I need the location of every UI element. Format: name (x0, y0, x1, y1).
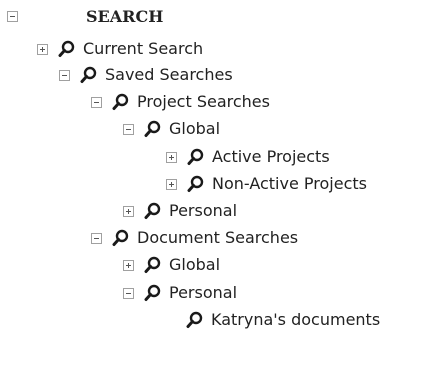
tree-node-label: Global (169, 255, 221, 274)
tree-node-non-active-projects[interactable]: Non-Active Projects (166, 171, 367, 197)
collapse-toggle[interactable] (91, 96, 102, 108)
tree-node-document-searches[interactable]: Document Searches (91, 225, 298, 251)
tree-toggle-root[interactable] (7, 11, 18, 22)
search-tree: SEARCH Current Search Saved Searches Pro… (0, 0, 436, 385)
tree-node-document-personal[interactable]: Personal (123, 280, 237, 306)
search-icon (187, 148, 204, 165)
tree-node-label: Personal (169, 201, 238, 220)
search-icon (144, 120, 161, 137)
search-icon (58, 40, 75, 57)
tree-node-label: Project Searches (137, 92, 270, 111)
tree-node-active-projects[interactable]: Active Projects (166, 144, 330, 170)
tree-node-saved-searches[interactable]: Saved Searches (59, 62, 233, 88)
tree-node-project-global[interactable]: Global (123, 116, 220, 142)
tree-node-label: Document Searches (137, 228, 299, 247)
search-icon (80, 66, 97, 83)
tree-node-label: Current Search (83, 39, 204, 58)
tree-node-label: Global (169, 119, 221, 138)
search-icon (112, 93, 129, 110)
search-icon (144, 284, 161, 301)
search-icon (144, 256, 161, 273)
expand-toggle[interactable] (123, 205, 134, 217)
tree-node-label: Saved Searches (105, 65, 233, 84)
collapse-toggle[interactable] (123, 123, 134, 135)
expand-toggle[interactable] (166, 178, 177, 190)
tree-node-document-global[interactable]: Global (123, 252, 220, 278)
search-icon (186, 311, 203, 328)
tree-node-label: Katryna's documents (211, 310, 381, 329)
expand-toggle[interactable] (123, 259, 134, 271)
collapse-toggle[interactable] (91, 232, 102, 244)
tree-node-current-search[interactable]: Current Search (37, 36, 203, 62)
search-icon (187, 175, 204, 192)
tree-node-label: SEARCH (86, 7, 164, 26)
collapse-toggle[interactable] (123, 287, 134, 299)
expand-toggle[interactable] (166, 151, 177, 163)
collapse-toggle[interactable] (59, 69, 70, 81)
search-icon (144, 202, 161, 219)
expand-toggle[interactable] (37, 43, 48, 55)
tree-node-label: Active Projects (212, 147, 330, 166)
tree-node-project-personal[interactable]: Personal (123, 198, 237, 224)
tree-node-label: Personal (169, 283, 238, 302)
tree-node-search[interactable]: SEARCH (86, 4, 163, 30)
tree-node-project-searches[interactable]: Project Searches (91, 89, 270, 115)
tree-node-katryna-documents[interactable]: Katryna's documents (186, 307, 380, 333)
tree-node-label: Non-Active Projects (212, 174, 367, 193)
search-icon (112, 229, 129, 246)
